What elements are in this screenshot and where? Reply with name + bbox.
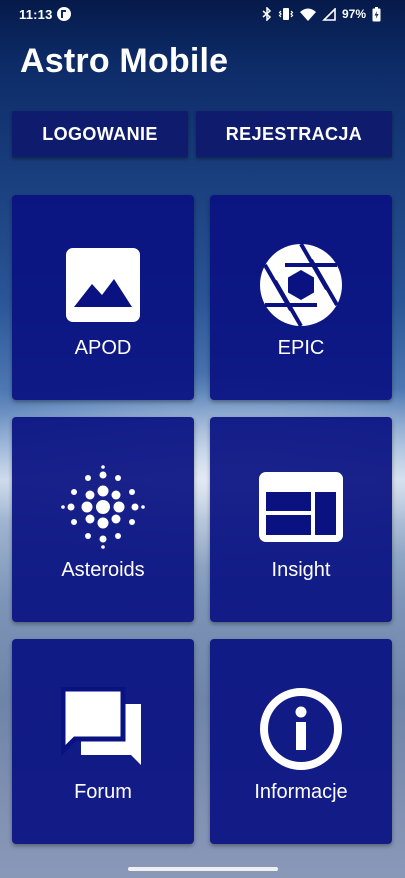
tile-label: EPIC [277,337,325,359]
dashboard-icon [259,465,343,549]
status-icons: 97% [262,6,381,22]
cellular-signal-icon [322,7,336,21]
camera-aperture-icon [259,243,343,327]
status-bar: 11:13 97% [0,0,405,30]
status-time: 11:13 [19,7,53,22]
tile-insight[interactable]: Insight [210,417,392,622]
dots-burst-icon [61,465,145,549]
tile-label: Informacje [254,781,348,803]
tile-label: Insight [271,559,331,581]
chat-bubbles-icon [61,687,145,771]
battery-percent: 97% [341,7,366,21]
info-icon [259,687,343,771]
battery-charging-icon [372,6,381,22]
tile-asteroids[interactable]: Asteroids [12,417,194,622]
gesture-nav-handle[interactable] [128,867,278,871]
app-title: Astro Mobile [20,42,229,80]
bluetooth-icon [262,7,272,21]
tile-label: APOD [74,337,132,359]
tile-forum[interactable]: Forum [12,639,194,844]
notification-app-icon [57,7,71,21]
tile-informacje[interactable]: Informacje [210,639,392,844]
tile-apod[interactable]: APOD [12,195,194,400]
vibrate-icon [278,7,294,21]
login-button[interactable]: LOGOWANIE [12,111,188,157]
tile-label: Asteroids [61,559,145,581]
register-button[interactable]: REJESTRACJA [196,111,392,157]
tile-label: Forum [74,781,132,803]
tile-epic[interactable]: EPIC [210,195,392,400]
image-icon [61,243,145,327]
wifi-icon [299,8,316,21]
